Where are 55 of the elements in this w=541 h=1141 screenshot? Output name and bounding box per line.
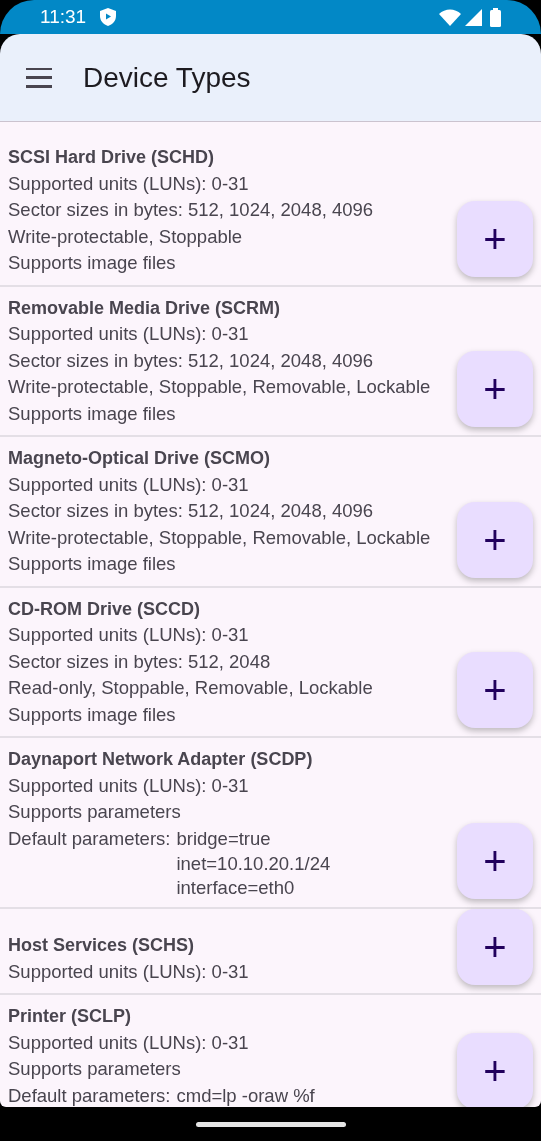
parameters-label: Default parameters:	[8, 1083, 171, 1107]
device-detail: Supports image files	[8, 251, 177, 275]
parameter-value: bridge=true	[176, 826, 272, 851]
device-type-row[interactable]: Removable Media Drive (SCRM) Supported units (LUNs): 0-31 Sector sizes in bytes: 512, 1024, 2048, 4096 Write-protectable, Stoppable, Removable, Lockable Supports image files +	[0, 286, 541, 437]
device-detail: Supported units (LUNs): 0-31	[8, 1030, 250, 1055]
add-button[interactable]: +	[457, 909, 533, 985]
device-detail: Supports parameters	[8, 800, 182, 824]
device-title: SCSI Hard Drive (SCHD)	[8, 146, 216, 169]
device-detail: Read-only, Stoppable, Removable, Lockable	[8, 676, 374, 700]
device-detail: Supports image files	[8, 401, 177, 426]
wifi-icon	[439, 8, 461, 26]
device-detail: Write-protectable, Stoppable	[8, 224, 244, 249]
screen-title: Device Types	[83, 60, 251, 95]
device-detail: Supports image files	[8, 552, 177, 576]
shield-icon	[100, 8, 117, 26]
device-detail: Sector sizes in bytes: 512, 2048	[8, 649, 272, 674]
device-type-row[interactable]: Daynaport Network Adapter (SCDP) Supported units (LUNs): 0-31 Supports parameters Default parameters: bridge=true inet=10.10.20.1/24 interface=eth0 +	[0, 738, 541, 909]
signal-icon	[465, 8, 482, 26]
device-detail: Sector sizes in bytes: 512, 1024, 2048, 4096	[8, 198, 375, 222]
device-detail: Supports parameters	[8, 1057, 182, 1081]
status-time: 11:31	[40, 4, 87, 29]
add-button[interactable]: +	[457, 501, 533, 578]
parameter-value: cmd=lp -oraw %f	[176, 1083, 315, 1107]
menu-icon[interactable]	[26, 67, 52, 88]
device-title: Host Services (SCHS)	[8, 934, 196, 957]
device-detail: Write-protectable, Stoppable, Removable, Lockable	[8, 525, 432, 550]
battery-icon	[490, 7, 501, 27]
device-title: Magneto-Optical Drive (SCMO)	[8, 447, 272, 470]
device-type-row[interactable]: Magneto-Optical Drive (SCMO) Supported units (LUNs): 0-31 Sector sizes in bytes: 512, 1024, 2048, 4096 Write-protectable, Stoppable, Removable, Lockable Supports image files +	[0, 437, 541, 588]
parameter-value: inet=10.10.20.1/24	[176, 852, 331, 876]
device-title: Daynaport Network Adapter (SCDP)	[8, 748, 314, 771]
device-title: Printer (SCLP)	[8, 1005, 132, 1028]
device-type-row[interactable]: SCSI Hard Drive (SCHD) Supported units (LUNs): 0-31 Sector sizes in bytes: 512, 1024, 2048, 4096 Write-protectable, Stoppable Supports image files +	[0, 136, 541, 287]
parameter-value: interface=eth0	[176, 875, 296, 899]
device-detail: Supported units (LUNs): 0-31	[8, 322, 250, 346]
add-button[interactable]: +	[457, 200, 533, 277]
device-title: CD-ROM Drive (SCCD)	[8, 597, 201, 621]
device-type-row[interactable]: CD-ROM Drive (SCCD) Supported units (LUNs): 0-31 Sector sizes in bytes: 512, 2048 Read-only, Stoppable, Removable, Lockable Supports image files +	[0, 587, 541, 738]
device-detail: Supported units (LUNs): 0-31	[8, 773, 250, 798]
add-button[interactable]: +	[457, 652, 533, 728]
device-detail: Supported units (LUNs): 0-31	[8, 959, 250, 984]
parameters-label: Default parameters:	[8, 826, 171, 851]
add-button[interactable]: +	[457, 823, 533, 899]
device-detail: Write-protectable, Stoppable, Removable, Lockable	[8, 375, 432, 399]
device-detail: Sector sizes in bytes: 512, 1024, 2048, 4096	[8, 348, 375, 373]
add-button[interactable]: +	[457, 1033, 533, 1107]
add-button[interactable]: +	[457, 351, 533, 427]
device-detail: Supports image files	[8, 702, 177, 727]
device-detail: Supported units (LUNs): 0-31	[8, 472, 250, 497]
device-detail: Supported units (LUNs): 0-31	[8, 623, 250, 647]
device-title: Removable Media Drive (SCRM)	[8, 296, 282, 320]
device-type-row[interactable]: Host Services (SCHS) Supported units (LUNs): 0-31 +	[0, 909, 541, 995]
device-detail: Sector sizes in bytes: 512, 1024, 2048, 4096	[8, 499, 375, 523]
home-indicator[interactable]	[195, 1121, 346, 1127]
device-detail: Supported units (LUNs): 0-31	[8, 171, 250, 196]
